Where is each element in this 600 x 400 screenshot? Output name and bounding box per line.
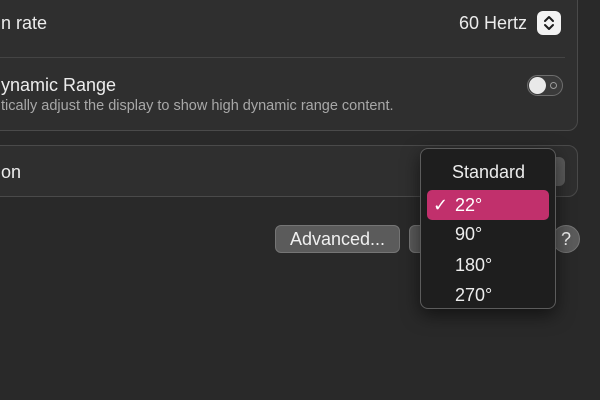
- display-settings-window: n rate 60 Hertz ynamic Range tically adj…: [0, 0, 600, 400]
- menu-item-180[interactable]: 180°: [427, 250, 549, 280]
- menu-item-270[interactable]: 270°: [427, 280, 549, 310]
- rotation-label: on: [1, 162, 22, 182]
- toggle-off-indicator-icon: [550, 82, 557, 89]
- display-options-card: n rate 60 Hertz ynamic Range tically adj…: [0, 0, 578, 131]
- menu-item-label: 270°: [455, 285, 493, 305]
- chevron-up-down-icon: [544, 16, 554, 30]
- menu-item-label: 180°: [455, 255, 493, 275]
- menu-item-22[interactable]: ✓ 22°: [427, 190, 549, 220]
- help-button[interactable]: ?: [552, 225, 580, 253]
- refresh-rate-label: n rate: [1, 13, 48, 33]
- menu-item-90[interactable]: 90°: [427, 219, 549, 249]
- hdr-toggle[interactable]: [527, 75, 563, 96]
- hdr-description: tically adjust the display to show high …: [1, 98, 394, 114]
- hdr-title: ynamic Range: [1, 75, 117, 95]
- advanced-button[interactable]: Advanced...: [275, 225, 400, 253]
- card-divider: [0, 57, 565, 58]
- menu-item-label: Standard: [452, 162, 526, 182]
- menu-item-standard[interactable]: Standard: [427, 157, 549, 187]
- menu-item-label: 90°: [455, 224, 483, 244]
- checkmark-icon: ✓: [433, 195, 449, 215]
- refresh-rate-value[interactable]: 60 Hertz: [459, 13, 527, 34]
- menu-item-label: 22°: [455, 195, 483, 215]
- rotation-menu: Standard ✓ 22° 90° 180° 270°: [420, 148, 556, 309]
- refresh-rate-stepper[interactable]: [537, 11, 561, 35]
- toggle-knob: [529, 77, 546, 94]
